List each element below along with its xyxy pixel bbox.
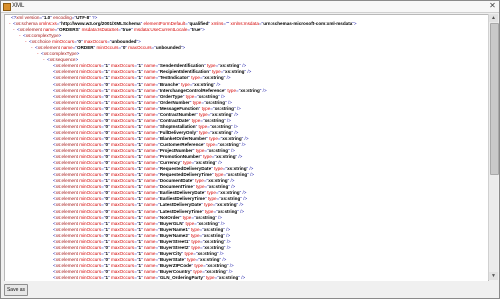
arrow-down-icon: ▼ — [491, 273, 496, 279]
window-title: XML — [12, 3, 25, 9]
xml-document: <?xml version="1.0" encoding="UTF-8" ?> -… — [5, 15, 488, 281]
save-as-button[interactable]: Save as — [4, 284, 28, 296]
scroll-down-button[interactable]: ▼ — [489, 272, 498, 280]
close-icon: ✕ — [489, 1, 496, 10]
title-bar: XML ✕ — [1, 1, 499, 13]
xml-file-icon — [3, 3, 11, 11]
xml-content-pane[interactable]: <?xml version="1.0" encoding="UTF-8" ?> -… — [4, 14, 489, 282]
close-button[interactable]: ✕ — [488, 2, 497, 10]
scrollbar-thumb[interactable] — [490, 23, 499, 175]
footer-bar: Save as — [1, 281, 499, 298]
vertical-scrollbar[interactable]: ▲ ▼ — [488, 14, 499, 280]
xml-viewer-window: XML ✕ <?xml version="1.0" encoding="UTF-… — [0, 0, 500, 299]
arrow-up-icon: ▲ — [491, 15, 496, 21]
scroll-up-button[interactable]: ▲ — [489, 14, 498, 22]
